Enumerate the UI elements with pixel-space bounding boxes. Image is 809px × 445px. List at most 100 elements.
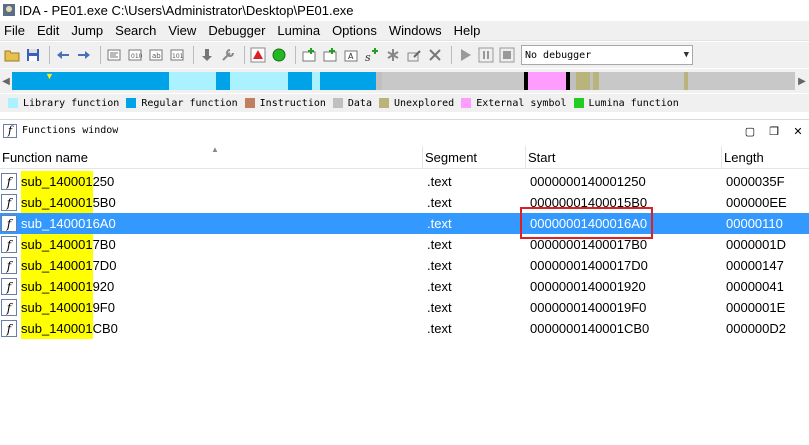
arrow-down-icon <box>202 49 212 61</box>
column-label: Length <box>724 150 764 165</box>
menu-view[interactable]: View <box>162 23 202 38</box>
pencil-icon <box>407 50 421 62</box>
menu-help[interactable]: Help <box>448 23 487 38</box>
play-icon <box>461 49 471 61</box>
start-debug-button[interactable] <box>456 46 474 64</box>
close-icon[interactable]: ✕ <box>791 124 805 138</box>
menu-lumina[interactable]: Lumina <box>271 23 326 38</box>
function-icon: f <box>1 299 17 316</box>
back-button[interactable] <box>54 46 72 64</box>
segment-cell: .text <box>427 174 452 189</box>
forward-button[interactable] <box>75 46 93 64</box>
legend-swatch <box>461 98 472 108</box>
nav-position-arrow-icon: ▼ <box>45 71 54 81</box>
arrow-right-icon <box>78 51 90 59</box>
run-status-button[interactable] <box>270 46 288 64</box>
toolbar-separator <box>193 46 194 64</box>
menu-edit[interactable]: Edit <box>31 23 65 38</box>
function-name-cell: f sub_140001 920 <box>0 276 423 297</box>
column-function-name[interactable]: Function name ▲ <box>0 145 423 169</box>
debugger-select[interactable]: No debugger ▼ <box>521 45 693 65</box>
open-file-button[interactable] <box>3 46 21 64</box>
column-segment[interactable]: Segment <box>423 146 526 169</box>
jump-data-button[interactable]: 010 <box>126 46 144 64</box>
sort-ascending-icon: ▲ <box>211 145 219 154</box>
table-row[interactable]: f sub_140001 7D0 .text 00000001400017D0 00… <box>0 255 809 276</box>
nav-segment-library <box>230 72 288 90</box>
nav-scroll-right-icon[interactable]: ▶ <box>795 70 809 92</box>
table-row[interactable]: f sub_140001 920 .text 0000000140001920 00… <box>0 276 809 297</box>
menu-search[interactable]: Search <box>109 23 162 38</box>
menu-options[interactable]: Options <box>326 23 383 38</box>
chevron-down-icon: ▼ <box>683 50 689 60</box>
floppy-disk-icon <box>27 49 39 61</box>
function-icon: f <box>1 194 17 211</box>
function-name-highlight: sub_140001 <box>21 234 93 255</box>
table-row[interactable]: f sub_140001 250 .text 0000000140001250 00… <box>0 171 809 192</box>
window-title: IDA - PE01.exe C:\Users\Administrator\De… <box>19 2 354 18</box>
menu-windows[interactable]: Windows <box>383 23 448 38</box>
jump-code-button[interactable] <box>105 46 123 64</box>
function-icon: f <box>1 215 17 232</box>
function-name-highlight: sub_140001 <box>21 276 93 297</box>
green-circle-icon <box>272 48 286 62</box>
table-row[interactable]: f sub_140001 9F0 .text 00000001400019F0 00… <box>0 297 809 318</box>
legend-item: Regular function <box>126 98 238 109</box>
nav-segment-data <box>599 72 795 90</box>
stop-debug-button[interactable] <box>498 46 516 64</box>
navigation-band[interactable]: ◀ ▼ ▶ <box>0 69 809 93</box>
download-button[interactable] <box>198 46 216 64</box>
segment-cell: .text <box>427 195 452 210</box>
function-name-suffix: 250 <box>92 174 115 189</box>
add-function-button[interactable]: s <box>363 46 381 64</box>
menu-jump[interactable]: Jump <box>65 23 109 38</box>
table-row[interactable]: f sub_140001 5B0 .text 00000001400015B0 00… <box>0 192 809 213</box>
column-label: Segment <box>425 150 478 165</box>
length-cell: 000000EE <box>726 195 787 210</box>
create-enum-button[interactable] <box>321 46 339 64</box>
legend-swatch <box>378 98 389 108</box>
column-label: Start <box>528 150 556 165</box>
legend-swatch <box>573 98 584 108</box>
legend-label: Unexplored <box>393 97 455 109</box>
start-cell: 0000000140001920 <box>530 279 646 294</box>
maximize-icon[interactable]: ▢ <box>743 124 757 138</box>
create-struct-button[interactable] <box>300 46 318 64</box>
menu-file[interactable]: File <box>0 23 31 38</box>
function-name-highlight: sub_140001 <box>21 192 93 213</box>
function-name-highlight: sub_140001 <box>21 297 93 318</box>
legend-label: Lumina function <box>588 97 679 109</box>
column-start[interactable]: Start <box>526 146 722 169</box>
string-button[interactable]: A <box>342 46 360 64</box>
function-icon: f <box>1 173 17 190</box>
function-name-cell: f sub_140001 5B0 <box>0 192 423 213</box>
pause-debug-button[interactable] <box>477 46 495 64</box>
functions-table-header: Function name ▲ Segment Start Length <box>0 145 809 169</box>
delete-button[interactable] <box>426 46 444 64</box>
debugger-select-value: No debugger <box>525 49 592 61</box>
restore-icon[interactable]: ❐ <box>767 124 781 138</box>
graph-button[interactable] <box>249 46 267 64</box>
asterisk-button[interactable] <box>384 46 402 64</box>
nav-segment-regular <box>216 72 230 90</box>
save-button[interactable] <box>24 46 42 64</box>
function-name-suffix: 6A0 <box>92 216 116 231</box>
function-name-suffix: 7B0 <box>92 237 116 252</box>
nav-scroll-left-icon[interactable]: ◀ <box>0 70 12 92</box>
navigation-bar[interactable]: ▼ <box>12 70 795 92</box>
jump-ascii-button[interactable]: ab <box>147 46 165 64</box>
patch-button[interactable] <box>219 46 237 64</box>
svg-text:101: 101 <box>172 53 184 60</box>
table-row-selected[interactable]: f sub_140001 6A0 .text 00000001400016A0 00… <box>0 213 809 234</box>
functions-window-title: Functions window <box>22 125 119 136</box>
menu-debugger[interactable]: Debugger <box>202 23 271 38</box>
toolbar-separator <box>451 46 452 64</box>
table-row[interactable]: f sub_140001 7B0 .text 00000001400017B0 00… <box>0 234 809 255</box>
struct-plus-icon <box>302 48 316 62</box>
nav-segment-regular <box>288 72 312 90</box>
jump-address-button[interactable]: 101 <box>168 46 186 64</box>
data-block-icon: 010 <box>128 49 143 61</box>
table-row[interactable]: f sub_140001 CB0 .text 0000000140001CB0 00… <box>0 318 809 339</box>
edit-button[interactable] <box>405 46 423 64</box>
column-length[interactable]: Length <box>722 146 809 169</box>
